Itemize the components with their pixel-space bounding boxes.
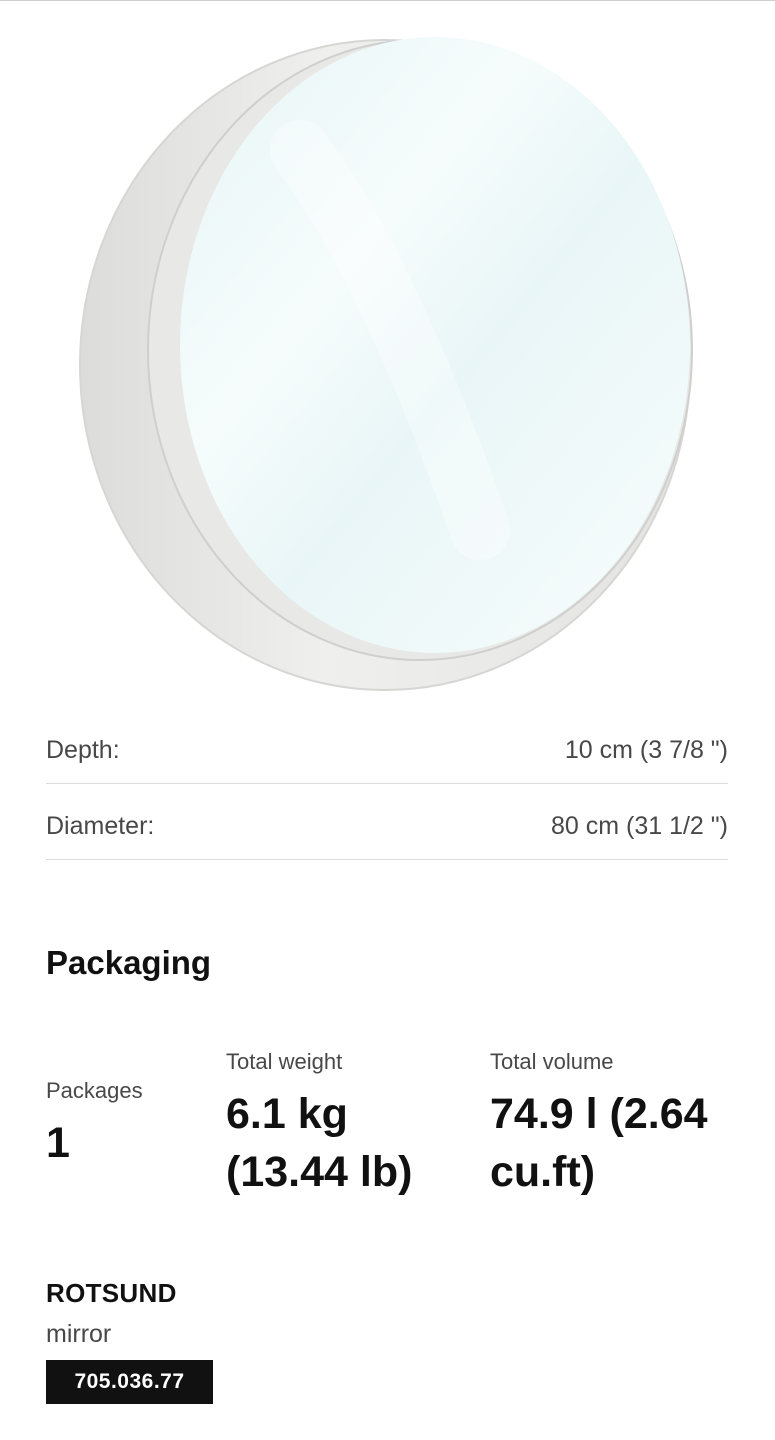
depth-label: Depth: [46, 736, 120, 764]
total-volume-label: Total volume [490, 1049, 614, 1074]
product-name: ROTSUND [46, 1278, 177, 1308]
depth-value: 10 cm (3 7/8 ") [564, 736, 728, 764]
total-weight-imperial: (13.44 lb) [226, 1148, 413, 1196]
product-image[interactable] [60, 10, 720, 700]
total-volume-value: 74.9 l (2.64 cu.ft) [490, 1085, 708, 1201]
dimension-row-diameter: Diameter: 80 cm (31 1/2 ") [46, 784, 728, 860]
packages-label: Packages [46, 1078, 143, 1103]
article-number: 705.036.77 [74, 1370, 185, 1393]
article-number-badge[interactable]: 705.036.77 [46, 1360, 213, 1404]
total-weight-metric: 6.1 kg [226, 1090, 348, 1138]
top-divider [0, 0, 775, 1]
packages-value: 1 [46, 1119, 70, 1167]
packaging-title: Packaging [46, 944, 212, 981]
diameter-value: 80 cm (31 1/2 ") [550, 812, 728, 840]
total-volume-line1: 74.9 l (2.64 [490, 1090, 708, 1138]
dimension-row-depth: Depth: 10 cm (3 7/8 ") [46, 708, 728, 784]
total-weight-label: Total weight [226, 1049, 343, 1074]
product-type: mirror [46, 1320, 112, 1348]
total-weight-value: 6.1 kg (13.44 lb) [226, 1085, 412, 1201]
diameter-label: Diameter: [46, 812, 155, 840]
total-volume-line2: cu.ft) [490, 1148, 596, 1196]
